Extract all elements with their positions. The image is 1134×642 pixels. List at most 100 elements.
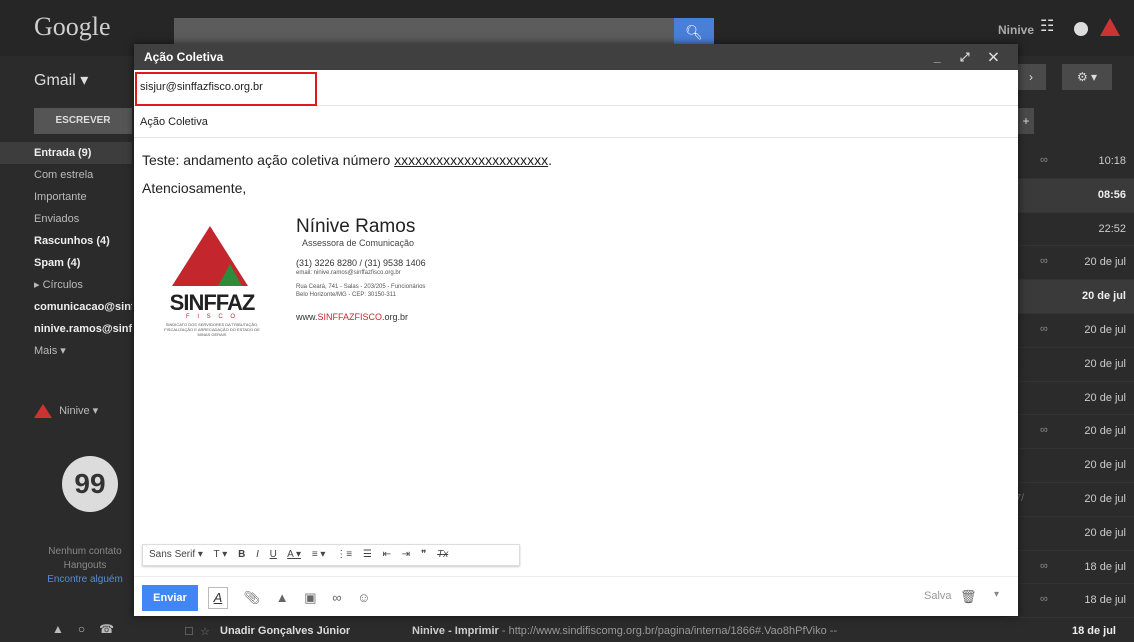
add-tab-icon[interactable]: +	[1018, 108, 1034, 134]
signature-phone: (31) 3226 8280 / (31) 9538 1406	[296, 258, 426, 268]
link-icon[interactable]: ∞	[332, 590, 341, 605]
list-item[interactable]: 07/20 de jul	[1006, 483, 1134, 517]
attachment-icon: ∞	[1040, 154, 1048, 166]
window-controls-icon[interactable]: _ ⤢ ✕	[934, 44, 1006, 70]
folder-list: Entrada (9) Com estrela Importante Envia…	[0, 142, 132, 362]
signature-city: Belo Horizonte/MG - CEP: 30150-311	[296, 292, 396, 298]
compose-actions: A 📎︎ ▲ ▣ ∞ ☺	[208, 587, 382, 609]
attachment-icon: ∞	[1040, 559, 1048, 572]
list-item[interactable]: tri20 de jul	[1006, 449, 1134, 483]
account-name[interactable]: Ninive	[998, 23, 1034, 37]
hangouts-user[interactable]: Ninive ▾	[34, 404, 98, 419]
user-avatar-icon	[34, 404, 52, 419]
list-item[interactable]: ∞ 10:18	[1006, 145, 1134, 179]
table-row[interactable]: ☐ ☆ Unadir Gonçalves Júnior Ninive - Imp…	[180, 622, 1134, 642]
phone-icon[interactable]: ☎	[99, 622, 128, 636]
list-item[interactable]: s20 de jul	[1006, 517, 1134, 551]
signature-website: www.SINFFAZFISCO.org.br	[296, 312, 409, 322]
saved-status: Salva	[924, 590, 952, 602]
compose-header[interactable]: Ação Coletiva _ ⤢ ✕	[134, 44, 1018, 70]
nav-item-drafts[interactable]: Rascunhos (4)	[0, 230, 132, 252]
list-item[interactable]: ol22:52	[1006, 213, 1134, 247]
emoji-icon[interactable]: ☺	[357, 590, 370, 605]
search-input[interactable]	[174, 18, 674, 46]
attachment-icon: ∞	[1040, 593, 1048, 606]
indent-more-icon[interactable]: ⇥	[402, 549, 410, 560]
italic-icon[interactable]: I	[256, 549, 259, 560]
search-icon[interactable]: 🔍︎	[674, 18, 714, 46]
bold-icon[interactable]: B	[238, 549, 245, 560]
trash-icon[interactable]: 🗑︎	[960, 589, 977, 605]
list-item[interactable]: ∞ 18 de jul	[1006, 551, 1134, 585]
signature-name: Nínive Ramos	[296, 216, 416, 237]
next-page-button[interactable]: ›	[1016, 64, 1046, 90]
indent-less-icon[interactable]: ⇤	[383, 549, 391, 560]
star-icon[interactable]: ☆	[200, 625, 210, 638]
list-item[interactable]: o20 de jul	[1006, 382, 1134, 416]
message-list: ∞10:18 l l08:56 ol22:52 ∞20 de jul o20 d…	[1006, 145, 1134, 619]
nav-item-inbox[interactable]: Entrada (9)	[0, 142, 132, 164]
nav-item-label-ninive[interactable]: ninive.ramos@sinff	[0, 318, 132, 340]
photo-icon[interactable]: ▣	[304, 590, 316, 605]
find-someone-link[interactable]: Encontre alguém	[30, 573, 140, 587]
hangouts-bottom-bar: ▲○☎	[52, 622, 128, 636]
recipient-highlight	[135, 72, 317, 106]
settings-gear-icon[interactable]: ⚙ ▾	[1062, 64, 1112, 90]
list-item[interactable]: ∞ 20 de jul	[1006, 314, 1134, 348]
hangouts-icon: 99	[62, 456, 118, 512]
nav-item-more[interactable]: Mais ▾	[0, 340, 132, 362]
attach-icon[interactable]: 📎︎	[244, 590, 261, 605]
nav-item-sent[interactable]: Enviados	[0, 208, 132, 230]
compose-button[interactable]: ESCREVER	[34, 108, 132, 134]
send-button[interactable]: Enviar	[142, 585, 198, 611]
list-item[interactable]: ∞ 20 de jul	[1006, 246, 1134, 281]
account-avatar-icon[interactable]	[1100, 18, 1120, 36]
notifications-icon[interactable]	[1074, 22, 1088, 36]
font-family-select[interactable]: Sans Serif ▾	[149, 549, 203, 560]
signature-address: Rua Ceará, 741 - Salas - 203/205 - Funci…	[296, 284, 426, 290]
subject-field[interactable]: Ação Coletiva	[134, 106, 1018, 138]
message-date: 18 de jul	[1071, 625, 1116, 637]
numbered-list-icon[interactable]: ⋮≡	[336, 549, 352, 560]
gmail-menu[interactable]: Gmail ▾	[34, 70, 88, 90]
align-icon[interactable]: ≡ ▾	[312, 549, 326, 560]
more-options-icon[interactable]: ▾	[994, 589, 999, 600]
compose-footer: Enviar A 📎︎ ▲ ▣ ∞ ☺ Salva 🗑︎ ▾	[134, 576, 1018, 616]
subject-value[interactable]: Ação Coletiva	[140, 116, 208, 128]
attachment-icon: ∞	[1040, 255, 1048, 268]
list-item[interactable]: o20 de jul	[1006, 280, 1134, 314]
attachment-icon: ∞	[1040, 322, 1048, 335]
nav-item-important[interactable]: Importante	[0, 186, 132, 208]
apps-grid-icon[interactable]: ☷	[1040, 19, 1054, 35]
message-subject: Ninive - Imprimir - http://www.sindifisc…	[412, 625, 838, 637]
signature-role: Assessora de Comunicação	[302, 238, 415, 248]
formatting-options-icon[interactable]: A	[208, 587, 228, 609]
nav-item-starred[interactable]: Com estrela	[0, 164, 132, 186]
text-color-icon[interactable]: A ▾	[287, 549, 301, 560]
message-body[interactable]: Teste: andamento ação coletiva número xx…	[134, 140, 1018, 542]
google-logo[interactable]: Google	[34, 12, 111, 42]
clear-format-icon[interactable]: Tx	[437, 549, 448, 560]
no-contacts-text: Nenhum contato	[48, 546, 122, 557]
chat-icon[interactable]: ○	[78, 622, 99, 636]
checkbox-icon[interactable]: ☐	[184, 625, 194, 638]
to-field[interactable]: sisjur@sinffazfisco.org.br	[134, 70, 1018, 106]
nav-item-spam[interactable]: Spam (4)	[0, 252, 132, 274]
underline-icon[interactable]: U	[270, 549, 277, 560]
nav-item-circles[interactable]: ▸ Círculos	[0, 274, 132, 296]
signature-email: email: ninive.ramos@sinffazfisco.org.br	[296, 270, 401, 276]
compose-title: Ação Coletiva	[144, 50, 224, 64]
sinffaz-logo: SINFFAZ F I S C O SINDICATO DOS SERVIDOR…	[162, 226, 262, 346]
quote-icon[interactable]: ❞	[421, 549, 426, 560]
list-item[interactable]: l l08:56	[1006, 178, 1134, 213]
list-item[interactable]: a∞20 de jul	[1006, 415, 1134, 450]
list-item[interactable]: ta20 de jul	[1006, 348, 1134, 382]
person-icon[interactable]: ▲	[52, 622, 78, 636]
drive-icon[interactable]: ▲	[276, 590, 289, 605]
nav-item-label-comunicacao[interactable]: comunicacao@sinf	[0, 296, 132, 318]
body-line: Teste: andamento ação coletiva número xx…	[142, 152, 553, 168]
list-item[interactable]: ∞ 18 de jul	[1006, 584, 1134, 619]
bulleted-list-icon[interactable]: ☰	[363, 549, 372, 560]
compose-window: Ação Coletiva _ ⤢ ✕ sisjur@sinffazfisco.…	[134, 44, 1018, 616]
font-size-icon[interactable]: T ▾	[214, 549, 228, 560]
